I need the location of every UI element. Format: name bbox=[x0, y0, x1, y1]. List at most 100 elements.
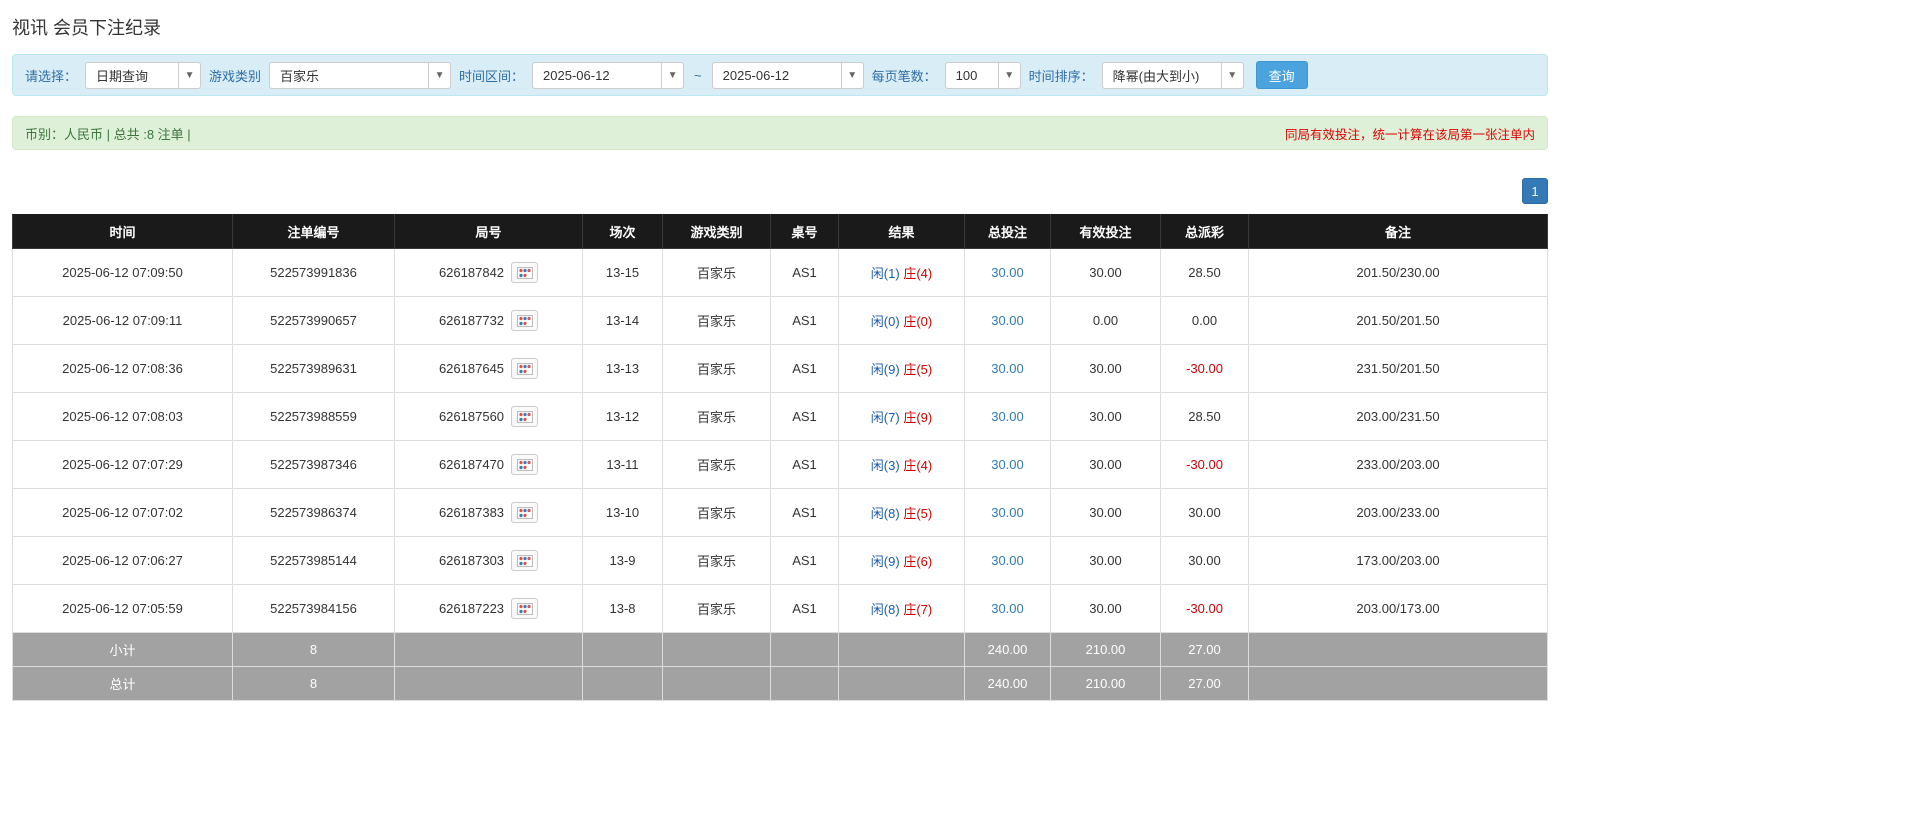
search-button[interactable]: 查询 bbox=[1256, 61, 1308, 89]
date-from-picker[interactable]: 2025-06-12 ▼ bbox=[532, 62, 684, 89]
roadmap-icon bbox=[517, 267, 533, 279]
result-player: 闲(3) bbox=[871, 458, 900, 473]
chevron-down-icon: ▼ bbox=[178, 63, 200, 88]
total-bet-link[interactable]: 30.00 bbox=[991, 313, 1024, 328]
total-bet-link[interactable]: 30.00 bbox=[991, 457, 1024, 472]
roadmap-button[interactable] bbox=[511, 598, 538, 619]
cell-valid-bet: 30.00 bbox=[1051, 441, 1161, 489]
roadmap-icon bbox=[517, 555, 533, 567]
subtotal-row: 小计 8 240.00 210.00 27.00 bbox=[13, 633, 1548, 667]
header-total-bet: 总投注 bbox=[965, 215, 1051, 249]
roadmap-icon bbox=[517, 411, 533, 423]
total-bet-link[interactable]: 30.00 bbox=[991, 361, 1024, 376]
cell-round-id: 626187470 bbox=[395, 441, 583, 489]
result-banker: 庄(5) bbox=[903, 362, 932, 377]
cell-table-no: AS1 bbox=[771, 441, 839, 489]
cell-time: 2025-06-12 07:05:59 bbox=[13, 585, 233, 633]
subtotal-valid-bet: 210.00 bbox=[1051, 633, 1161, 667]
sort-label: 时间排序： bbox=[1029, 66, 1094, 85]
sort-value: 降幂(由大到小) bbox=[1103, 63, 1221, 88]
cell-remark: 233.00/203.00 bbox=[1249, 441, 1548, 489]
cell-round-id: 626187645 bbox=[395, 345, 583, 393]
roadmap-button[interactable] bbox=[511, 406, 538, 427]
sort-select[interactable]: 降幂(由大到小) ▼ bbox=[1102, 62, 1244, 89]
cell-session: 13-9 bbox=[583, 537, 663, 585]
roadmap-button[interactable] bbox=[511, 502, 538, 523]
header-session: 场次 bbox=[583, 215, 663, 249]
chevron-down-icon: ▼ bbox=[841, 63, 863, 88]
date-to-picker[interactable]: 2025-06-12 ▼ bbox=[712, 62, 864, 89]
cell-remark: 173.00/203.00 bbox=[1249, 537, 1548, 585]
date-range-separator: ~ bbox=[694, 68, 702, 83]
page-title: 视讯 会员下注纪录 bbox=[12, 14, 1548, 40]
cell-table-no: AS1 bbox=[771, 297, 839, 345]
roadmap-button[interactable] bbox=[511, 550, 538, 571]
cell-total-bet: 30.00 bbox=[965, 393, 1051, 441]
subtotal-label: 小计 bbox=[13, 633, 233, 667]
total-bet-link[interactable]: 30.00 bbox=[991, 409, 1024, 424]
cell-session: 13-11 bbox=[583, 441, 663, 489]
page-size-select[interactable]: 100 ▼ bbox=[945, 62, 1021, 89]
header-table-no: 桌号 bbox=[771, 215, 839, 249]
cell-bet-id: 522573990657 bbox=[233, 297, 395, 345]
cell-table-no: AS1 bbox=[771, 249, 839, 297]
cell-time: 2025-06-12 07:07:29 bbox=[13, 441, 233, 489]
total-bet-link[interactable]: 30.00 bbox=[991, 601, 1024, 616]
round-id-value: 626187303 bbox=[439, 553, 504, 568]
cell-session: 13-15 bbox=[583, 249, 663, 297]
total-bet-link[interactable]: 30.00 bbox=[991, 265, 1024, 280]
result-banker: 庄(5) bbox=[903, 506, 932, 521]
roadmap-button[interactable] bbox=[511, 310, 538, 331]
total-label: 总计 bbox=[13, 667, 233, 701]
result-player: 闲(7) bbox=[871, 410, 900, 425]
table-body: 2025-06-12 07:09:50522573991836626187842… bbox=[13, 249, 1548, 633]
cell-valid-bet: 30.00 bbox=[1051, 537, 1161, 585]
cell-bet-id: 522573989631 bbox=[233, 345, 395, 393]
cell-bet-id: 522573988559 bbox=[233, 393, 395, 441]
cell-payout: -30.00 bbox=[1161, 441, 1249, 489]
round-id-value: 626187842 bbox=[439, 265, 504, 280]
cell-valid-bet: 30.00 bbox=[1051, 585, 1161, 633]
result-player: 闲(8) bbox=[871, 506, 900, 521]
cell-valid-bet: 30.00 bbox=[1051, 393, 1161, 441]
round-id-value: 626187560 bbox=[439, 409, 504, 424]
cell-game-type: 百家乐 bbox=[663, 345, 771, 393]
cell-valid-bet: 30.00 bbox=[1051, 345, 1161, 393]
roadmap-button[interactable] bbox=[511, 454, 538, 475]
cell-total-bet: 30.00 bbox=[965, 489, 1051, 537]
select-type-label: 请选择： bbox=[25, 66, 77, 85]
header-remark: 备注 bbox=[1249, 215, 1548, 249]
total-payout: 27.00 bbox=[1161, 667, 1249, 701]
table-row: 2025-06-12 07:07:29522573987346626187470… bbox=[13, 441, 1548, 489]
cell-bet-id: 522573984156 bbox=[233, 585, 395, 633]
cell-bet-id: 522573991836 bbox=[233, 249, 395, 297]
cell-result: 闲(8) 庄(5) bbox=[839, 489, 965, 537]
cell-session: 13-13 bbox=[583, 345, 663, 393]
cell-result: 闲(9) 庄(6) bbox=[839, 537, 965, 585]
table-row: 2025-06-12 07:08:03522573988559626187560… bbox=[13, 393, 1548, 441]
date-from-value: 2025-06-12 bbox=[533, 63, 661, 88]
pagination-page-1-button[interactable]: 1 bbox=[1522, 178, 1548, 204]
cell-session: 13-12 bbox=[583, 393, 663, 441]
round-id-value: 626187383 bbox=[439, 505, 504, 520]
game-type-select[interactable]: 百家乐 ▼ bbox=[269, 62, 451, 89]
table-row: 2025-06-12 07:05:59522573984156626187223… bbox=[13, 585, 1548, 633]
cell-table-no: AS1 bbox=[771, 537, 839, 585]
total-bet-link[interactable]: 30.00 bbox=[991, 553, 1024, 568]
game-type-label: 游戏类别 bbox=[209, 66, 261, 85]
cell-remark: 231.50/201.50 bbox=[1249, 345, 1548, 393]
table-row: 2025-06-12 07:09:11522573990657626187732… bbox=[13, 297, 1548, 345]
roadmap-button[interactable] bbox=[511, 262, 538, 283]
cell-remark: 201.50/201.50 bbox=[1249, 297, 1548, 345]
cell-total-bet: 30.00 bbox=[965, 345, 1051, 393]
pagination: 1 bbox=[12, 178, 1548, 204]
roadmap-button[interactable] bbox=[511, 358, 538, 379]
total-bet-link[interactable]: 30.00 bbox=[991, 505, 1024, 520]
cell-total-bet: 30.00 bbox=[965, 249, 1051, 297]
cell-result: 闲(7) 庄(9) bbox=[839, 393, 965, 441]
cell-payout: -30.00 bbox=[1161, 585, 1249, 633]
cell-session: 13-8 bbox=[583, 585, 663, 633]
query-type-select[interactable]: 日期查询 ▼ bbox=[85, 62, 201, 89]
cell-table-no: AS1 bbox=[771, 489, 839, 537]
cell-bet-id: 522573985144 bbox=[233, 537, 395, 585]
